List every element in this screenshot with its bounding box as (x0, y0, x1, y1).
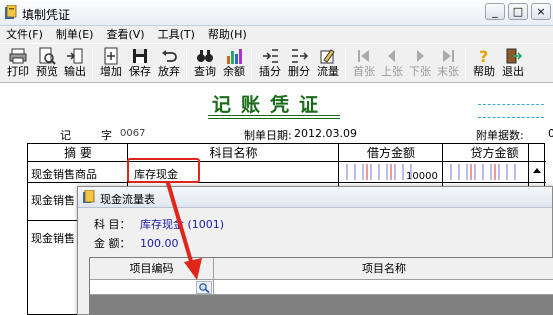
annotation-arrow (166, 181, 202, 280)
